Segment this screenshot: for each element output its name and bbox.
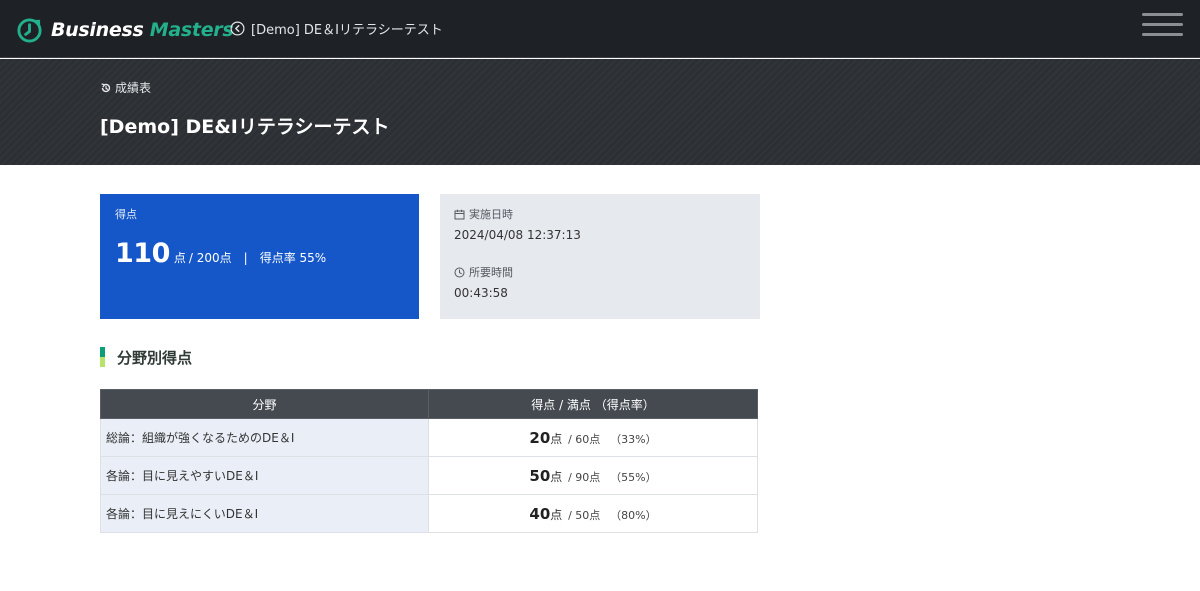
breadcrumb[interactable]: 成績表 (100, 79, 151, 96)
back-link-label: [Demo] DE＆Iリテラシーテスト (251, 23, 443, 38)
duration-value: 00:43:58 (454, 286, 508, 300)
field-score-unit: 点 (550, 469, 563, 484)
column-header-score: 得点 / 満点 （得点率） (428, 389, 758, 419)
top-navbar: Business Masters [Demo] DE＆Iリテラシーテスト (0, 0, 1200, 58)
table-row: 総論：組織が強くなるためのDE＆I 20点 / 60点 （33%） (100, 418, 758, 457)
field-score-cell: 40点 / 50点 （80%） (428, 494, 758, 533)
field-score-value: 50 (529, 466, 551, 485)
date-label-row: 実施日時 (454, 206, 513, 222)
score-label: 得点 (115, 208, 137, 221)
clock-icon (454, 267, 465, 277)
field-score-rate: （55%） (610, 470, 657, 484)
column-header-field: 分野 (100, 389, 429, 419)
field-score-unit: 点 (550, 431, 563, 446)
date-label: 実施日時 (469, 208, 513, 221)
field-score-rate: （80%） (610, 508, 657, 522)
page-title: [Demo] DE&Iリテラシーテスト (100, 116, 390, 138)
date-value: 2024/04/08 12:37:13 (454, 228, 581, 242)
field-score-rate: （33%） (610, 432, 657, 446)
field-score-total: / 90点 (568, 470, 601, 484)
breadcrumb-label: 成績表 (115, 81, 152, 95)
field-score-unit: 点 (550, 507, 563, 522)
score-separator: | (243, 251, 248, 265)
brand-logo[interactable]: Business Masters (16, 15, 234, 45)
field-name: 各論：目に見えやすいDE＆I (100, 456, 429, 495)
hamburger-menu-button[interactable] (1142, 13, 1183, 41)
field-score-total: / 60点 (568, 432, 601, 446)
hamburger-menu-icon (1142, 33, 1183, 36)
calendar-icon (454, 209, 465, 219)
test-time-card: 実施日時 2024/04/08 12:37:13 所要時間 00:43:58 (440, 194, 760, 319)
score-rate: 得点率 55% (259, 251, 327, 265)
field-score-cell: 50点 / 90点 （55%） (428, 456, 758, 495)
field-name: 各論：目に見えにくいDE＆I (100, 494, 429, 533)
section-accent-bar (100, 347, 105, 367)
business-masters-logo-icon (17, 17, 42, 43)
history-icon (101, 82, 111, 92)
field-score-table: 分野 得点 / 満点 （得点率） 総論：組織が強くなるためのDE＆I 20点 /… (100, 389, 758, 533)
score-total: / 200点 (188, 251, 232, 265)
section-title: 分野別得点 (117, 348, 193, 367)
brand-name: Business Masters (51, 19, 234, 41)
back-arrow-circle-icon (230, 21, 245, 36)
brand-word-2: Masters (149, 19, 234, 41)
field-score-cell: 20点 / 60点 （33%） (428, 418, 758, 457)
field-score-total: / 50点 (568, 508, 601, 522)
table-row: 各論：目に見えやすいDE＆I 50点 / 90点 （55%） (100, 456, 758, 495)
field-name: 総論：組織が強くなるためのDE＆I (100, 418, 429, 457)
hamburger-menu-icon (1142, 23, 1183, 26)
duration-label-row: 所要時間 (454, 264, 513, 280)
total-score-card: 得点 110 点 / 200点 | 得点率 55% (100, 194, 419, 319)
table-header-row: 分野 得点 / 満点 （得点率） (100, 389, 758, 419)
score-value: 110 (115, 238, 170, 269)
score-summary: 110 点 / 200点 | 得点率 55% (115, 238, 326, 269)
brand-word-1: Business (51, 19, 144, 41)
hamburger-menu-icon (1142, 13, 1183, 16)
page-hero: 成績表 [Demo] DE&Iリテラシーテスト (0, 59, 1200, 165)
field-score-value: 20 (529, 428, 551, 447)
table-row: 各論：目に見えにくいDE＆I 40点 / 50点 （80%） (100, 494, 758, 533)
duration-label: 所要時間 (469, 266, 513, 279)
section-heading: 分野別得点 (100, 347, 192, 367)
back-to-test-link[interactable]: [Demo] DE＆Iリテラシーテスト (230, 19, 443, 38)
field-score-value: 40 (529, 504, 551, 523)
score-unit: 点 (173, 251, 186, 265)
